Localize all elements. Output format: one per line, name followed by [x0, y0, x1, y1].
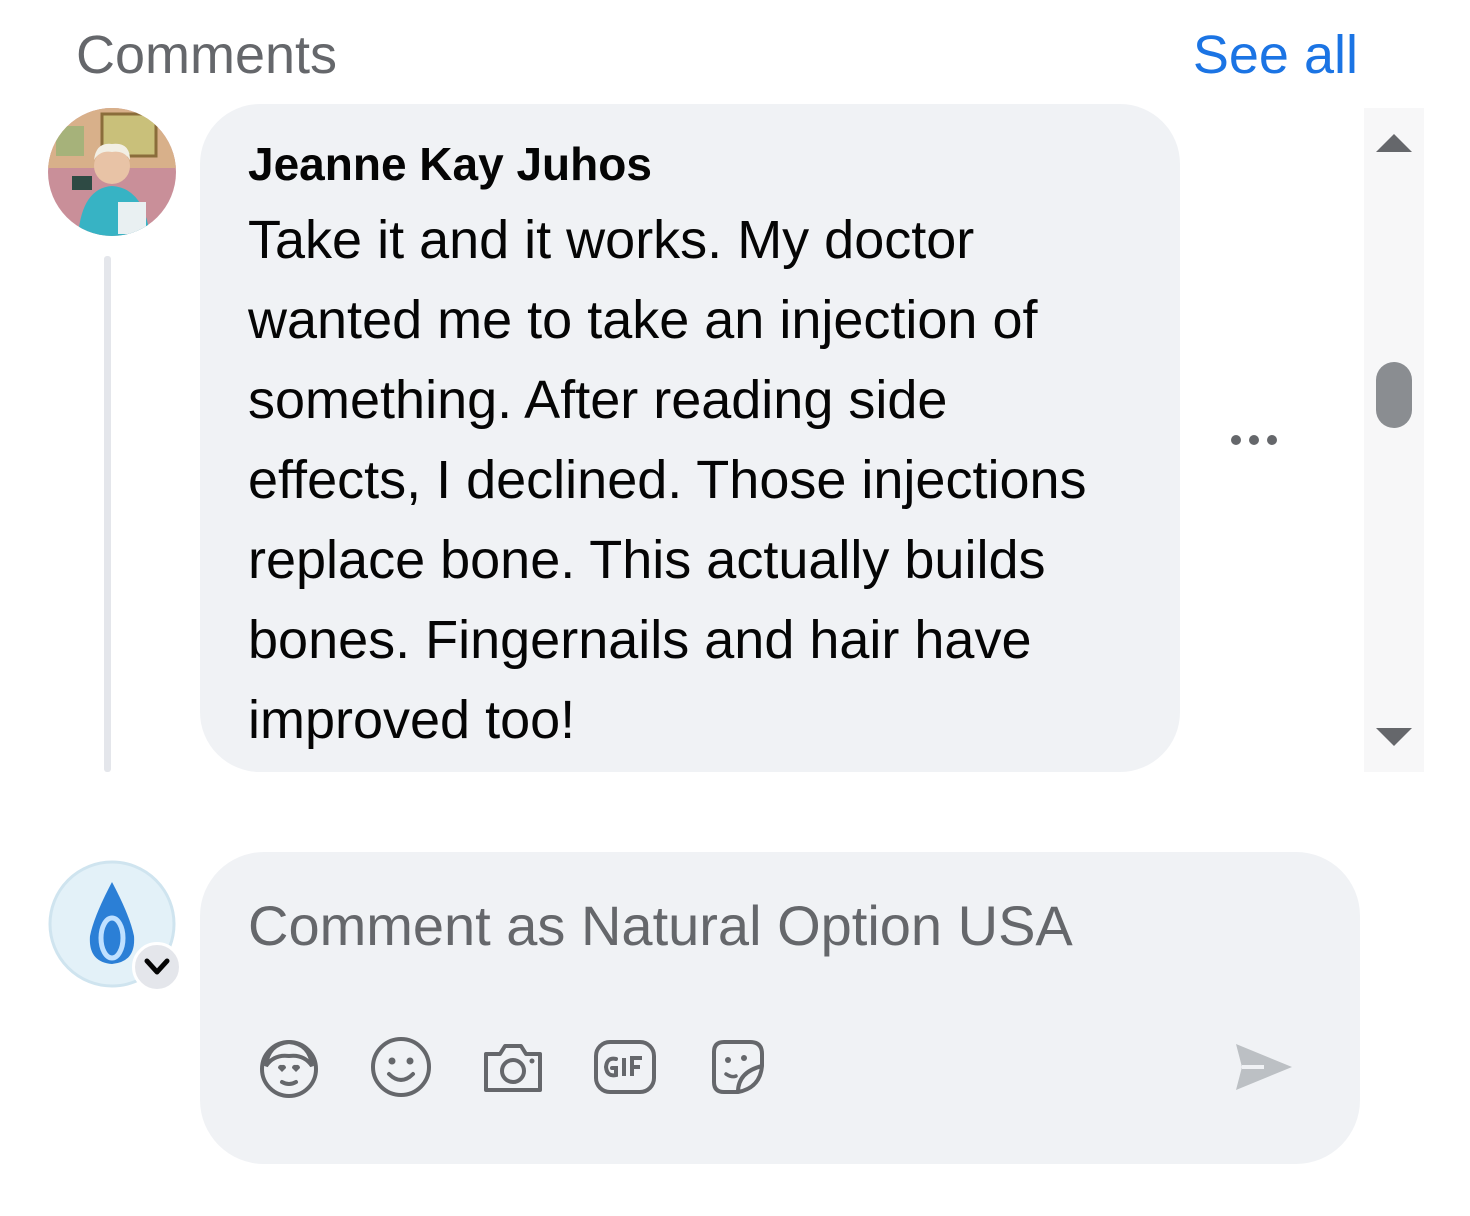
send-button[interactable] [1230, 1034, 1296, 1100]
caret-up-icon [1376, 134, 1412, 152]
scroll-up-arrow[interactable] [1374, 126, 1414, 156]
avatar-sticker-icon[interactable] [254, 1032, 324, 1102]
comment-input[interactable] [248, 888, 1288, 964]
scrollbar-thumb[interactable] [1376, 362, 1412, 428]
scroll-down-arrow[interactable] [1374, 724, 1414, 754]
commenter-avatar[interactable] [48, 108, 176, 236]
sticker-icon[interactable] [702, 1032, 772, 1102]
emoji-icon[interactable] [366, 1032, 436, 1102]
comment-bubble: Jeanne Kay Juhos Take it and it works. M… [200, 104, 1180, 772]
send-icon [1236, 1044, 1292, 1090]
comment-text: Take it and it works. My doctor wanted m… [248, 210, 1087, 750]
chevron-down-icon [144, 958, 170, 975]
avatar-photo [48, 108, 176, 236]
see-all-link[interactable]: See all [1193, 22, 1358, 88]
comment-author[interactable]: Jeanne Kay Juhos [248, 136, 1132, 192]
comment-composer [200, 852, 1360, 1164]
camera-icon[interactable] [478, 1032, 548, 1102]
more-icon [1231, 435, 1277, 445]
switch-profile-button[interactable] [132, 942, 182, 992]
gif-icon[interactable] [590, 1032, 660, 1102]
more-options-button[interactable] [1224, 420, 1288, 460]
scrollbar[interactable] [1364, 108, 1424, 772]
thread-line [104, 256, 111, 772]
caret-down-icon [1376, 728, 1412, 746]
comments-heading: Comments [76, 25, 338, 85]
